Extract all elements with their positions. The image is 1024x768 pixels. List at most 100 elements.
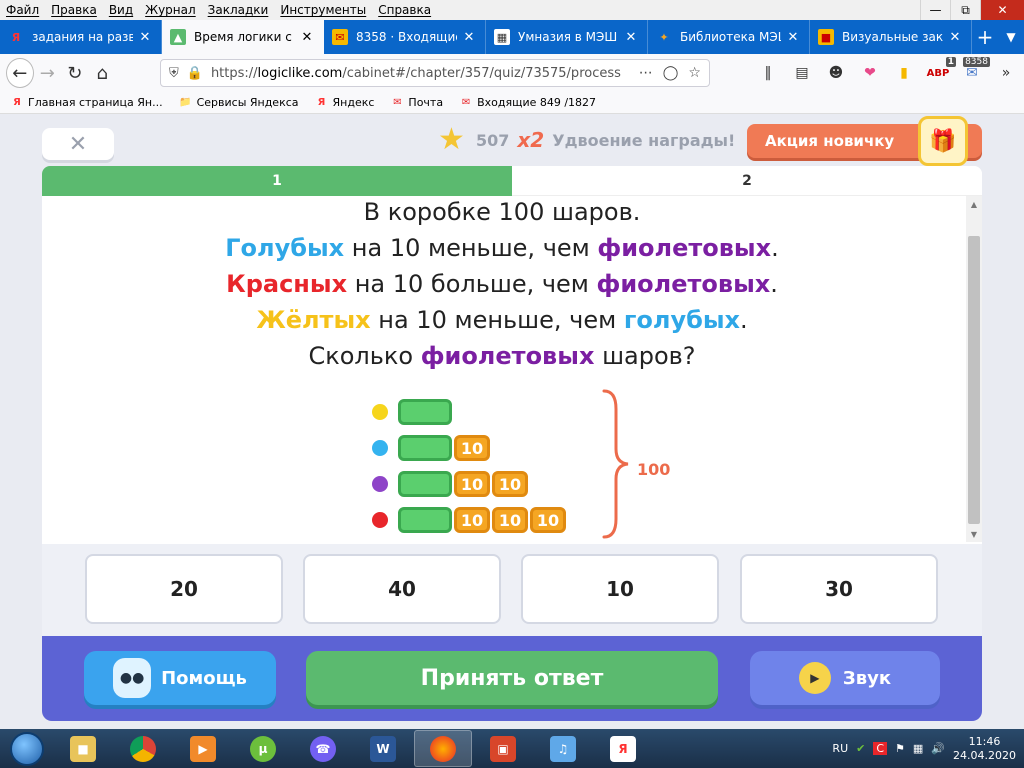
answer-option-1[interactable]: 20 (85, 554, 283, 624)
taskbar-utorrent[interactable]: μ (234, 730, 292, 767)
heart-extension-icon[interactable]: ❤ (858, 61, 882, 85)
mail-icon: ✉ (393, 97, 402, 108)
pocket-icon[interactable]: ◯ (663, 65, 679, 81)
taskbar-music[interactable]: ♫ (534, 730, 592, 767)
window-controls: — ⧉ ✕ (920, 0, 1024, 20)
scrollbar[interactable]: ▲ ▼ (966, 196, 982, 542)
language-indicator[interactable]: RU (832, 742, 848, 755)
promo-button[interactable]: Акция новичку 🎁 (747, 116, 982, 166)
bonus-text: Удвоение награды! (552, 130, 736, 150)
overflow-menu-icon[interactable]: » (994, 61, 1018, 85)
tab-library[interactable]: ✦ Библиотека МЭШ ✕ (648, 20, 810, 54)
forward-button[interactable]: → (34, 58, 61, 88)
yandex-bookmark-icon[interactable]: ▮ (892, 61, 916, 85)
help-button[interactable]: ●● Помощь (84, 651, 276, 705)
quiz-close-button[interactable]: ✕ (42, 128, 114, 160)
progress-steps: 1 2 (42, 166, 982, 196)
mail-extension-icon[interactable]: ✉ 8358 (960, 57, 990, 85)
progress-step-2: 2 (512, 166, 982, 196)
menu-tools[interactable]: Инструменты (274, 3, 372, 17)
menu-edit[interactable]: Правка (45, 3, 103, 17)
tab-yandex-tasks[interactable]: Я задания на развити ✕ (0, 20, 162, 54)
tab-close-icon[interactable]: ✕ (137, 30, 153, 45)
scroll-thumb[interactable] (968, 236, 980, 524)
tab-logiclike[interactable]: ▲ Время логики с Ло ✕ (162, 20, 324, 54)
tab-close-icon[interactable]: ✕ (785, 30, 801, 45)
question-line-3: Красных на 10 больше, чем фиолетовых. (226, 270, 778, 298)
blue-ball-icon (372, 440, 388, 456)
bookmark-yandex[interactable]: Я Яндекс (315, 96, 375, 109)
logiclike-icon: ▲ (170, 29, 186, 45)
sound-button[interactable]: ▶ Звук (750, 651, 940, 705)
clock[interactable]: 11:46 24.04.2020 (953, 735, 1016, 763)
progress-step-1: 1 (42, 166, 512, 196)
taskbar-media[interactable]: ▶ (174, 730, 232, 767)
menu-bookmarks[interactable]: Закладки (202, 3, 275, 17)
promo-label: Акция новичку (765, 132, 895, 150)
reload-button[interactable]: ↻ (61, 58, 88, 88)
viber-icon: ☎ (310, 735, 336, 762)
tab-list-chevron-icon[interactable]: ▼ (998, 20, 1024, 54)
tab-close-icon[interactable]: ✕ (299, 30, 315, 45)
bookmark-mail[interactable]: ✉ Почта (390, 96, 443, 109)
adblock-icon[interactable]: ABP 1 (926, 57, 956, 85)
start-button[interactable] (0, 729, 54, 768)
taskbar-explorer[interactable]: ■ (54, 730, 112, 767)
menu-view[interactable]: Вид (103, 3, 139, 17)
clock-time: 11:46 (968, 734, 1001, 748)
tab-close-icon[interactable]: ✕ (623, 30, 639, 45)
tracking-shield-icon[interactable]: ⛨ (169, 66, 179, 81)
answer-option-2[interactable]: 40 (303, 554, 501, 624)
window-close-button[interactable]: ✕ (980, 0, 1024, 20)
taskbar-viber[interactable]: ☎ (294, 730, 352, 767)
menu-help[interactable]: Справка (372, 3, 437, 17)
account-icon[interactable]: ☻ (824, 61, 848, 85)
menu-file[interactable]: Файл (0, 3, 45, 17)
bookmark-yandex-home[interactable]: Я Главная страница Ян... (10, 96, 162, 109)
taskbar-chrome[interactable] (114, 730, 172, 767)
lock-icon[interactable]: 🔒 (187, 66, 203, 81)
tab-mail[interactable]: ✉ 8358 · Входящие — ✕ (324, 20, 486, 54)
restore-button[interactable]: ⧉ (950, 0, 980, 20)
page-actions-icon[interactable]: ⋯ (639, 65, 653, 81)
bookmark-label: Сервисы Яндекса (196, 96, 299, 109)
tray-flag-icon[interactable]: ⚑ (895, 742, 905, 755)
new-tab-button[interactable]: + (972, 20, 998, 54)
bookmark-inbox[interactable]: ✉ Входящие 849 /1827 (459, 96, 596, 109)
reader-view-icon[interactable]: ▤ (790, 61, 814, 85)
help-label: Помощь (161, 667, 247, 689)
tab-visual-bookmarks[interactable]: ■ Визуальные заклад ✕ (810, 20, 972, 54)
bookmark-label: Яндекс (332, 96, 375, 109)
bookmark-star-icon[interactable]: ☆ (688, 65, 701, 81)
menu-history[interactable]: Журнал (139, 3, 202, 17)
taskbar-yandex[interactable]: Я (594, 730, 652, 767)
mail-badge: 8358 (963, 57, 990, 67)
tab-close-icon[interactable]: ✕ (947, 30, 963, 45)
home-button[interactable]: ⌂ (89, 58, 116, 88)
tray-antivirus-icon[interactable]: C (873, 742, 888, 755)
library-shelf-icon[interactable]: ‖ (756, 61, 780, 85)
bookmark-yandex-services[interactable]: 📁 Сервисы Яндекса (179, 96, 299, 109)
tray-volume-icon[interactable]: 🔊 (931, 742, 945, 755)
scroll-down-icon[interactable]: ▼ (966, 526, 982, 542)
back-button[interactable]: ← (6, 58, 34, 88)
answer-option-4[interactable]: 30 (740, 554, 938, 624)
tab-close-icon[interactable]: ✕ (461, 30, 477, 45)
ten-box: 10 (454, 471, 490, 497)
diagram-row-purple: 10 10 (372, 471, 528, 497)
taskbar-firefox[interactable] (414, 730, 472, 767)
tab-umnazia[interactable]: ▦ Умназия в МЭШ | И ✕ (486, 20, 648, 54)
tray-check-icon[interactable]: ✔ (856, 742, 865, 755)
taskbar-word[interactable]: W (354, 730, 412, 767)
minimize-button[interactable]: — (920, 0, 950, 20)
menu-bar: Файл Правка Вид Журнал Закладки Инструме… (0, 0, 1024, 20)
tray-network-icon[interactable]: ▦ (913, 742, 923, 755)
yellow-ball-icon (372, 404, 388, 420)
scroll-up-icon[interactable]: ▲ (966, 196, 982, 212)
ten-box: 10 (454, 435, 490, 461)
ten-box: 10 (530, 507, 566, 533)
answer-option-3[interactable]: 10 (521, 554, 719, 624)
accept-answer-button[interactable]: Принять ответ (306, 651, 718, 705)
taskbar-slides[interactable]: ▣ (474, 730, 532, 767)
url-bar[interactable]: ⛨ 🔒 https://logiclike.com/cabinet#/chapt… (159, 59, 710, 87)
